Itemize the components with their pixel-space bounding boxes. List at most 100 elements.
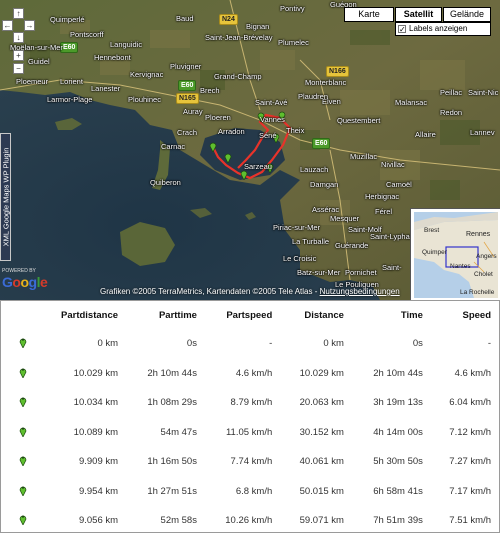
table-row: 10.034 km 1h 08m 29s 8.79 km/h 20.063 km 3h … [1,388,499,418]
route-marker-icon[interactable] [224,150,232,164]
place-label: Camoël [386,180,412,189]
place-label: Peillac [440,88,463,97]
cell-partdistance: 9.056 km [78,515,119,527]
place-label: Saint-Molf [348,225,382,234]
cell-speed: 7.51 km/h [449,515,491,527]
cell-time: 6h 58m 41s [373,485,423,497]
labels-checkbox[interactable]: ✓ [398,25,406,34]
place-label: Damgan [310,180,339,189]
overview-map[interactable]: Brest Rennes Quimper Nantes Angers Chole… [410,208,500,300]
cell-speed: 4.6 km/h [454,367,491,379]
place-label: Muzillac [350,152,378,161]
marker-icon[interactable] [19,395,27,409]
marker-icon[interactable] [19,425,27,438]
column-header-speed: Speed [462,309,491,321]
app-root: N24 N165 N166 E60 E60 E60 Guégon Pontivy… [0,0,500,533]
place-label: Pornichet [345,268,377,277]
table-row: 9.954 km 1h 27m 51s 6.8 km/h 50.015 km 6h 58… [1,477,499,507]
place-label: La Turballe [292,237,330,246]
cell-parttime: 1h 27m 51s [147,485,197,497]
marker-icon[interactable] [19,366,27,379]
place-label: Guidel [28,57,50,66]
overview-place-label: Nantes [450,263,471,270]
place-label: Languidic [110,40,143,49]
cell-distance: 30.152 km [299,426,344,438]
place-label: Saint-Nic [468,88,499,97]
place-label: Vannes [260,115,285,124]
plugin-side-tab[interactable]: XML Google Maps WP Plugin [0,133,11,261]
map-attribution: Grafiken ©2005 TerraMetrics, Kartendaten… [100,287,400,296]
road-shield: E60 [312,138,331,149]
road-shield: N24 [219,14,238,25]
cell-speed: - [487,338,491,350]
place-label: Lannev [470,128,495,137]
place-label: Mesquer [330,214,360,223]
cell-partspeed: 10.26 km/h [225,515,273,527]
marker-icon[interactable] [19,484,27,497]
place-label: Herbignac [365,192,400,201]
route-statistics-panel: Partdistance Parttime Partspeed Distance… [0,300,500,533]
place-label: Kervignac [130,70,164,79]
place-label: Arradon [218,127,245,136]
pan-left-button[interactable]: ← [2,20,13,31]
place-label: Assérac [312,205,340,214]
cell-partdistance: 10.089 km [73,426,119,438]
place-label: Monterblanc [305,78,347,87]
place-label: Saint-Jean-Brévelay [205,33,273,42]
pan-down-button[interactable]: ↓ [13,32,24,43]
cell-partspeed: 8.79 km/h [230,397,273,409]
place-label: Ploemeur [16,77,49,86]
overview-place-label: Brest [424,227,440,234]
table-row: 9.909 km 1h 16m 50s 7.74 km/h 40.061 km 5h 3… [1,447,499,477]
row-marker-cell [1,477,37,507]
table-row: 10.089 km 54m 47s 11.05 km/h 30.152 km 4h 14… [1,418,499,448]
overview-place-label: La Rochelle [460,289,495,296]
column-header-partdistance: Partdistance [61,309,119,321]
place-label: Theix [286,126,305,135]
google-logo[interactable]: Google [2,274,48,290]
cell-partdistance: 9.954 km [78,485,119,497]
cell-distance: 59.071 km [299,515,344,527]
table-row: 10.029 km 2h 10m 44s 4.6 km/h 10.029 km 2h 1… [1,359,499,389]
place-label: Carnac [161,142,186,151]
satellite-map[interactable]: N24 N165 N166 E60 E60 E60 Guégon Pontivy… [0,0,500,300]
cell-partspeed: - [269,338,273,350]
place-label: Bignan [246,22,270,31]
column-header-partspeed: Partspeed [226,309,273,321]
place-label: Pluvigner [170,62,202,71]
map-type-gelaende-button[interactable]: Gelände [443,7,491,22]
cell-partdistance: 0 km [97,338,119,350]
cell-partspeed: 6.8 km/h [235,485,273,497]
labels-toggle[interactable]: ✓ Labels anzeigen [395,22,491,36]
table-row: 0 km 0s - 0 km 0s - [1,329,499,359]
place-label: Brech [200,86,220,95]
marker-icon[interactable] [19,513,27,527]
row-marker-cell [1,418,37,448]
pan-up-button[interactable]: ↑ [13,8,24,19]
place-label: Plaudren [298,92,329,101]
place-label: Ploeren [205,113,231,122]
road-shield: N166 [326,66,349,77]
place-label: Nivillac [381,160,405,169]
place-label: Lanester [91,84,121,93]
place-label: Lauzach [300,165,329,174]
marker-icon[interactable] [19,454,27,468]
row-marker-cell [1,359,37,389]
cell-partspeed: 7.74 km/h [230,456,273,468]
place-label: Grand-Champ [214,72,262,81]
marker-icon[interactable] [19,336,27,350]
pan-right-button[interactable]: → [24,20,35,31]
zoom-out-button[interactable]: − [13,63,24,74]
attribution-text: Grafiken ©2005 TerraMetrics, Kartendaten… [100,287,320,296]
cell-parttime: 1h 16m 50s [147,456,197,468]
marker-column-header [1,301,37,329]
route-marker-icon[interactable] [209,139,217,153]
row-marker-cell [1,329,37,359]
road-shield: E60 [178,80,197,91]
terms-of-use-link[interactable]: Nutzungsbedingungen [320,287,400,296]
zoom-in-button[interactable]: + [13,50,24,61]
map-type-karte-button[interactable]: Karte [344,7,394,22]
column-header-time: Time [400,309,423,321]
map-type-satellit-button[interactable]: Satellit [395,7,442,22]
place-label: Saint- [382,263,402,272]
